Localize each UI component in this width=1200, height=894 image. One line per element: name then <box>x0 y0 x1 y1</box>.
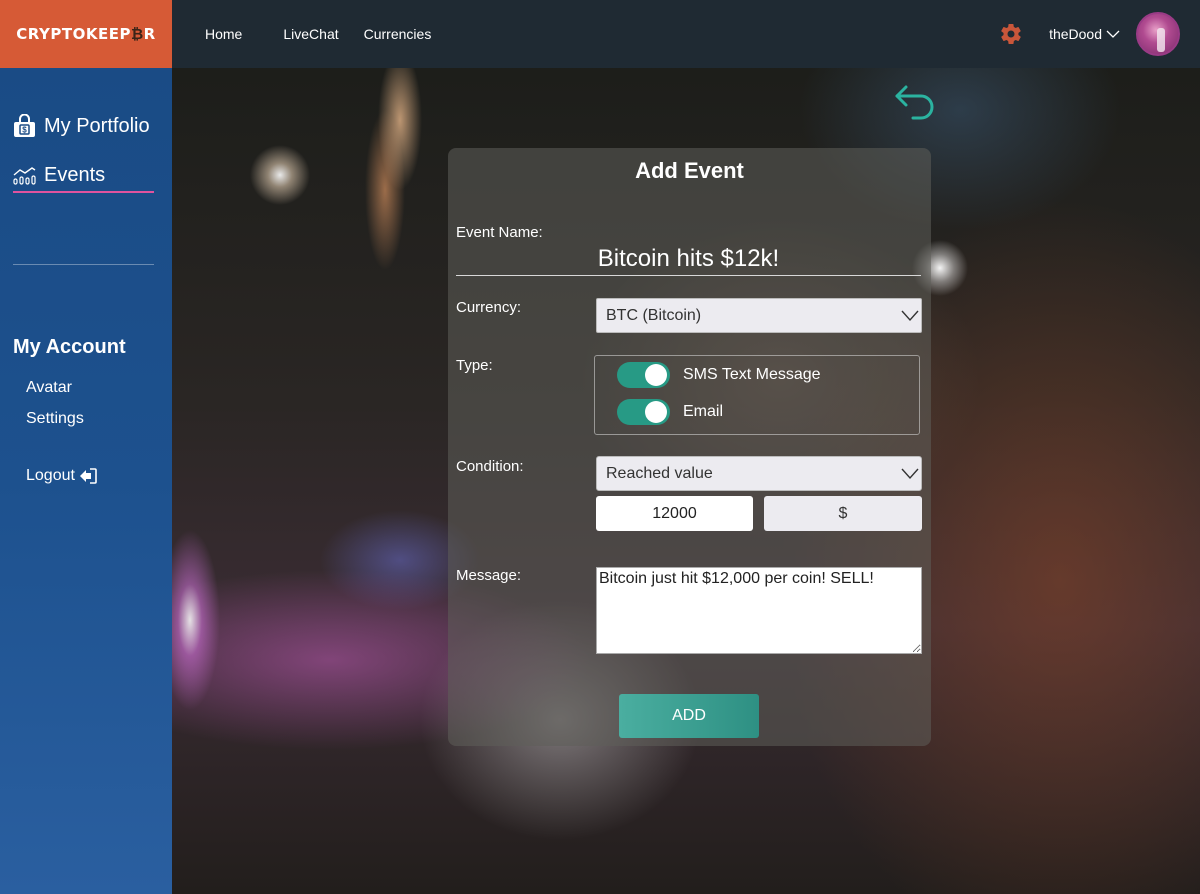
event-name-input[interactable] <box>456 242 921 276</box>
main-nav: Home LiveChat Currencies <box>205 26 456 42</box>
portfolio-bag-icon: $ <box>14 114 35 137</box>
sms-toggle-label: SMS Text Message <box>683 366 821 383</box>
sidebar-link-settings[interactable]: Settings <box>26 410 84 428</box>
logout-link[interactable]: Logout <box>26 467 97 485</box>
event-name-label: Event Name: <box>456 224 543 241</box>
condition-selected-value: Reached value <box>606 464 713 482</box>
message-textarea[interactable]: Bitcoin just hit $12,000 per coin! SELL! <box>596 567 922 654</box>
threshold-value-input[interactable] <box>596 496 753 531</box>
avatar[interactable] <box>1136 12 1180 56</box>
sidebar-link-avatar[interactable]: Avatar <box>26 379 72 397</box>
add-event-panel: Add Event Event Name: Currency: BTC (Bit… <box>448 148 931 746</box>
message-label: Message: <box>456 567 522 584</box>
brand-logo[interactable]: CRYPTOKEEP ₿ R <box>0 0 172 68</box>
chart-events-icon <box>13 166 36 185</box>
sidebar-item-my-portfolio[interactable]: $ My Portfolio <box>13 114 150 138</box>
nav-home[interactable]: Home <box>205 26 242 42</box>
svg-text:$: $ <box>22 126 27 135</box>
logout-icon <box>79 468 97 484</box>
sms-toggle[interactable] <box>617 362 670 388</box>
back-arrow-icon[interactable] <box>893 84 939 122</box>
unit-selector[interactable]: $ <box>764 496 922 531</box>
chevron-down-icon <box>901 310 919 322</box>
toggle-knob <box>645 364 667 386</box>
panel-title: Add Event <box>635 158 744 183</box>
email-toggle-row: Email <box>617 399 723 425</box>
toggle-knob <box>645 401 667 423</box>
nav-livechat[interactable]: LiveChat <box>283 26 338 42</box>
gear-icon[interactable] <box>999 22 1023 46</box>
currency-selected-value: BTC (Bitcoin) <box>606 306 702 324</box>
sms-toggle-row: SMS Text Message <box>617 362 821 388</box>
chevron-down-icon <box>901 468 919 480</box>
condition-select[interactable]: Reached value <box>596 456 922 491</box>
currency-label: Currency: <box>456 299 522 316</box>
my-account-heading: My Account <box>13 336 126 358</box>
bitcoin-logo-icon: ₿ <box>130 25 144 43</box>
active-item-underline <box>13 191 154 193</box>
currency-select[interactable]: BTC (Bitcoin) <box>596 298 922 333</box>
sidebar-item-label: Events <box>44 164 106 186</box>
sidebar: $ My Portfolio Events My Account Avatar … <box>0 68 172 894</box>
user-menu[interactable]: theDood <box>1049 26 1120 42</box>
type-label: Type: <box>456 357 493 374</box>
chevron-down-icon <box>1106 30 1120 38</box>
sidebar-item-events[interactable]: Events <box>13 164 105 187</box>
username: theDood <box>1049 26 1102 42</box>
top-right-controls: theDood <box>999 0 1200 68</box>
sidebar-divider <box>13 264 154 265</box>
email-toggle[interactable] <box>617 399 670 425</box>
add-button[interactable]: ADD <box>619 694 759 738</box>
brand-prefix: CRYPTOKEEP <box>16 25 131 43</box>
notification-type-group: SMS Text Message Email <box>594 355 920 435</box>
logout-label: Logout <box>26 467 75 484</box>
sidebar-item-label: My Portfolio <box>44 114 150 137</box>
condition-label: Condition: <box>456 458 524 475</box>
top-navbar: CRYPTOKEEP ₿ R Home LiveChat Currencies th… <box>0 0 1200 68</box>
email-toggle-label: Email <box>683 403 724 420</box>
nav-currencies[interactable]: Currencies <box>364 26 432 42</box>
brand-suffix: R <box>143 25 156 43</box>
